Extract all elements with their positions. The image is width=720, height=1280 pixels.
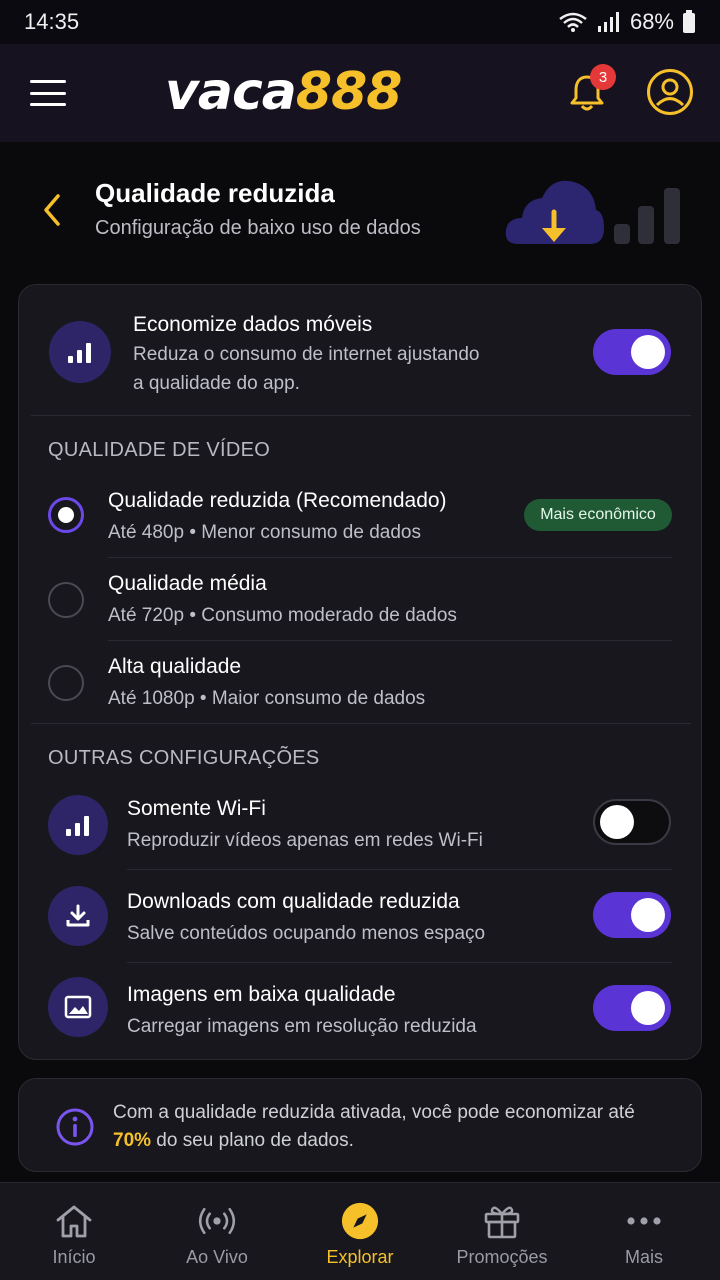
images-desc: Carregar imagens em resolução reduzida	[127, 1016, 477, 1037]
wifi-icon	[559, 12, 587, 32]
nav-home[interactable]: Início	[2, 1183, 146, 1280]
notifications-button[interactable]: 3	[566, 64, 616, 114]
page-subtitle: Configuração de baixo uso de dados	[95, 217, 421, 239]
option-title: Alta qualidade	[108, 655, 242, 678]
nav-more[interactable]: Mais	[572, 1183, 716, 1280]
hamburger-menu-icon[interactable]	[30, 80, 66, 106]
savings-percent: 70%	[113, 1130, 152, 1151]
save-data-toggle[interactable]	[593, 329, 671, 375]
option-desc: Até 1080p • Maior consumo de dados	[108, 688, 426, 709]
radio-reduced[interactable]	[48, 497, 84, 533]
images-title: Imagens em baixa qualidade	[127, 983, 396, 1006]
option-desc: Até 480p • Menor consumo de dados	[108, 522, 421, 543]
save-data-title: Economize dados móveis	[133, 313, 373, 336]
wifi-only-title: Somente Wi-Fi	[127, 797, 266, 820]
signal-bars-icon	[49, 321, 111, 383]
brand-logo[interactable]: vaca888	[165, 62, 402, 122]
option-desc: Até 720p • Consumo moderado de dados	[108, 605, 457, 626]
option-title: Qualidade média	[108, 572, 267, 595]
user-profile-icon[interactable]	[646, 68, 694, 116]
back-chevron-icon[interactable]	[38, 192, 68, 228]
eco-badge: Mais econômico	[524, 499, 672, 531]
wifi-only-toggle[interactable]	[593, 799, 671, 845]
settings-card: Economize dados móveis Reduza o consumo …	[18, 284, 702, 1060]
divider	[31, 723, 691, 724]
save-data-desc-2: a qualidade do app.	[133, 373, 300, 394]
downloads-desc: Salve conteúdos ocupando menos espaço	[127, 923, 486, 944]
video-quality-section-label: QUALIDADE DE VÍDEO	[48, 439, 271, 461]
download-icon	[48, 886, 108, 946]
cloud-download-signal-icon	[505, 180, 680, 244]
downloads-title: Downloads com qualidade reduzida	[127, 890, 460, 913]
downloads-row[interactable]: Downloads com qualidade reduzida Salve c…	[19, 870, 703, 962]
nav-explore[interactable]: Explorar	[288, 1183, 432, 1280]
nav-promotions[interactable]: Promoções	[430, 1183, 574, 1280]
cell-signal-icon	[597, 12, 619, 32]
save-data-desc-1: Reduza o consumo de internet ajustando	[133, 344, 480, 365]
radio-high[interactable]	[48, 665, 84, 701]
live-broadcast-icon	[197, 1201, 237, 1241]
info-icon	[56, 1108, 94, 1146]
more-dots-icon	[624, 1201, 664, 1241]
page-header: Qualidade reduzida Configuração de baixo…	[0, 142, 720, 282]
radio-medium[interactable]	[48, 582, 84, 618]
status-time: 14:35	[24, 9, 80, 34]
info-card: Com a qualidade reduzida ativada, você p…	[18, 1078, 702, 1172]
status-indicators: 68%	[558, 9, 696, 35]
compass-icon	[340, 1201, 380, 1241]
app-header: vaca888 3	[0, 44, 720, 142]
quality-option-high[interactable]: Alta qualidade Até 1080p • Maior consumo…	[19, 641, 703, 723]
status-bar: 14:35 68%	[0, 0, 720, 44]
home-icon	[54, 1201, 94, 1241]
save-data-row[interactable]: Economize dados móveis Reduza o consumo …	[19, 285, 703, 415]
image-icon	[48, 977, 108, 1037]
gift-icon	[482, 1201, 522, 1241]
divider	[31, 415, 691, 416]
other-settings-section-label: OUTRAS CONFIGURAÇÕES	[48, 747, 320, 769]
wifi-only-desc: Reproduzir vídeos apenas em redes Wi-Fi	[127, 830, 483, 851]
info-text: Com a qualidade reduzida ativada, você p…	[113, 1102, 635, 1151]
page-title: Qualidade reduzida	[95, 178, 335, 208]
nav-live[interactable]: Ao Vivo	[145, 1183, 289, 1280]
notification-badge: 3	[590, 64, 616, 90]
quality-option-medium[interactable]: Qualidade média Até 720p • Consumo moder…	[19, 558, 703, 640]
signal-bars-icon	[48, 795, 108, 855]
low-quality-images-row[interactable]: Imagens em baixa qualidade Carregar imag…	[19, 963, 703, 1055]
battery-percent: 68%	[629, 9, 674, 34]
wifi-only-row[interactable]: Somente Wi-Fi Reproduzir vídeos apenas e…	[19, 785, 703, 869]
battery-icon	[683, 10, 695, 33]
images-toggle[interactable]	[593, 985, 671, 1031]
downloads-toggle[interactable]	[593, 892, 671, 938]
option-title: Qualidade reduzida (Recomendado)	[108, 489, 447, 512]
bottom-navigation: Início Ao Vivo Explorar Promoções Mais	[0, 1182, 720, 1280]
